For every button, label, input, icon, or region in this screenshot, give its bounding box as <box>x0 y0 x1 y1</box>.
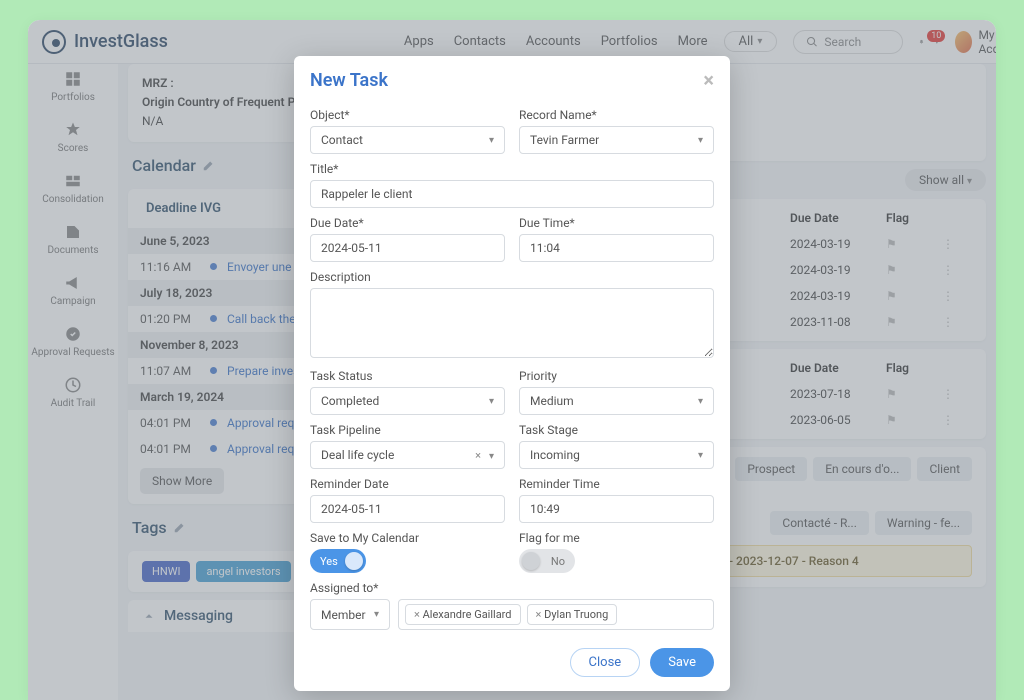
new-task-modal: New Task × Object* Contact▾ Record Name*… <box>294 56 730 691</box>
assigned-type-select[interactable]: Member▾ <box>310 599 390 630</box>
save-button[interactable]: Save <box>650 648 714 677</box>
assignee-tag[interactable]: Dylan Truong <box>527 604 618 625</box>
due-date-input[interactable] <box>310 234 505 262</box>
chevron-down-icon: ▾ <box>489 396 494 407</box>
chevron-down-icon: ▾ <box>489 135 494 146</box>
app-frame: InvestGlass Apps Contacts Accounts Portf… <box>28 20 996 700</box>
chevron-down-icon: ▾ <box>374 609 379 620</box>
chevron-down-icon: ▾ <box>698 396 703 407</box>
record-select[interactable]: Tevin Farmer▾ <box>519 126 714 154</box>
chevron-down-icon: ▾ <box>489 451 494 462</box>
flag-toggle[interactable]: No <box>519 549 575 573</box>
assignee-tag[interactable]: Alexandre Gaillard <box>405 604 521 625</box>
title-input[interactable] <box>310 180 714 208</box>
object-select[interactable]: Contact▾ <box>310 126 505 154</box>
close-icon[interactable]: × <box>703 68 714 92</box>
modal-overlay: New Task × Object* Contact▾ Record Name*… <box>28 20 996 700</box>
reminder-time-input[interactable] <box>519 495 714 523</box>
status-select[interactable]: Completed▾ <box>310 387 505 415</box>
chevron-down-icon: ▾ <box>698 450 703 461</box>
due-time-input[interactable] <box>519 234 714 262</box>
save-calendar-toggle[interactable]: Yes <box>310 549 366 573</box>
chevron-down-icon: ▾ <box>698 135 703 146</box>
description-textarea[interactable] <box>310 288 714 358</box>
modal-title: New Task <box>310 70 388 91</box>
close-button[interactable]: Close <box>570 648 641 677</box>
priority-select[interactable]: Medium▾ <box>519 387 714 415</box>
reminder-date-input[interactable] <box>310 495 505 523</box>
clear-icon[interactable]: × <box>475 449 481 462</box>
assignees-input[interactable]: Alexandre Gaillard Dylan Truong <box>398 599 714 630</box>
pipeline-select[interactable]: Deal life cycle×▾ <box>310 441 505 469</box>
stage-select[interactable]: Incoming▾ <box>519 441 714 469</box>
